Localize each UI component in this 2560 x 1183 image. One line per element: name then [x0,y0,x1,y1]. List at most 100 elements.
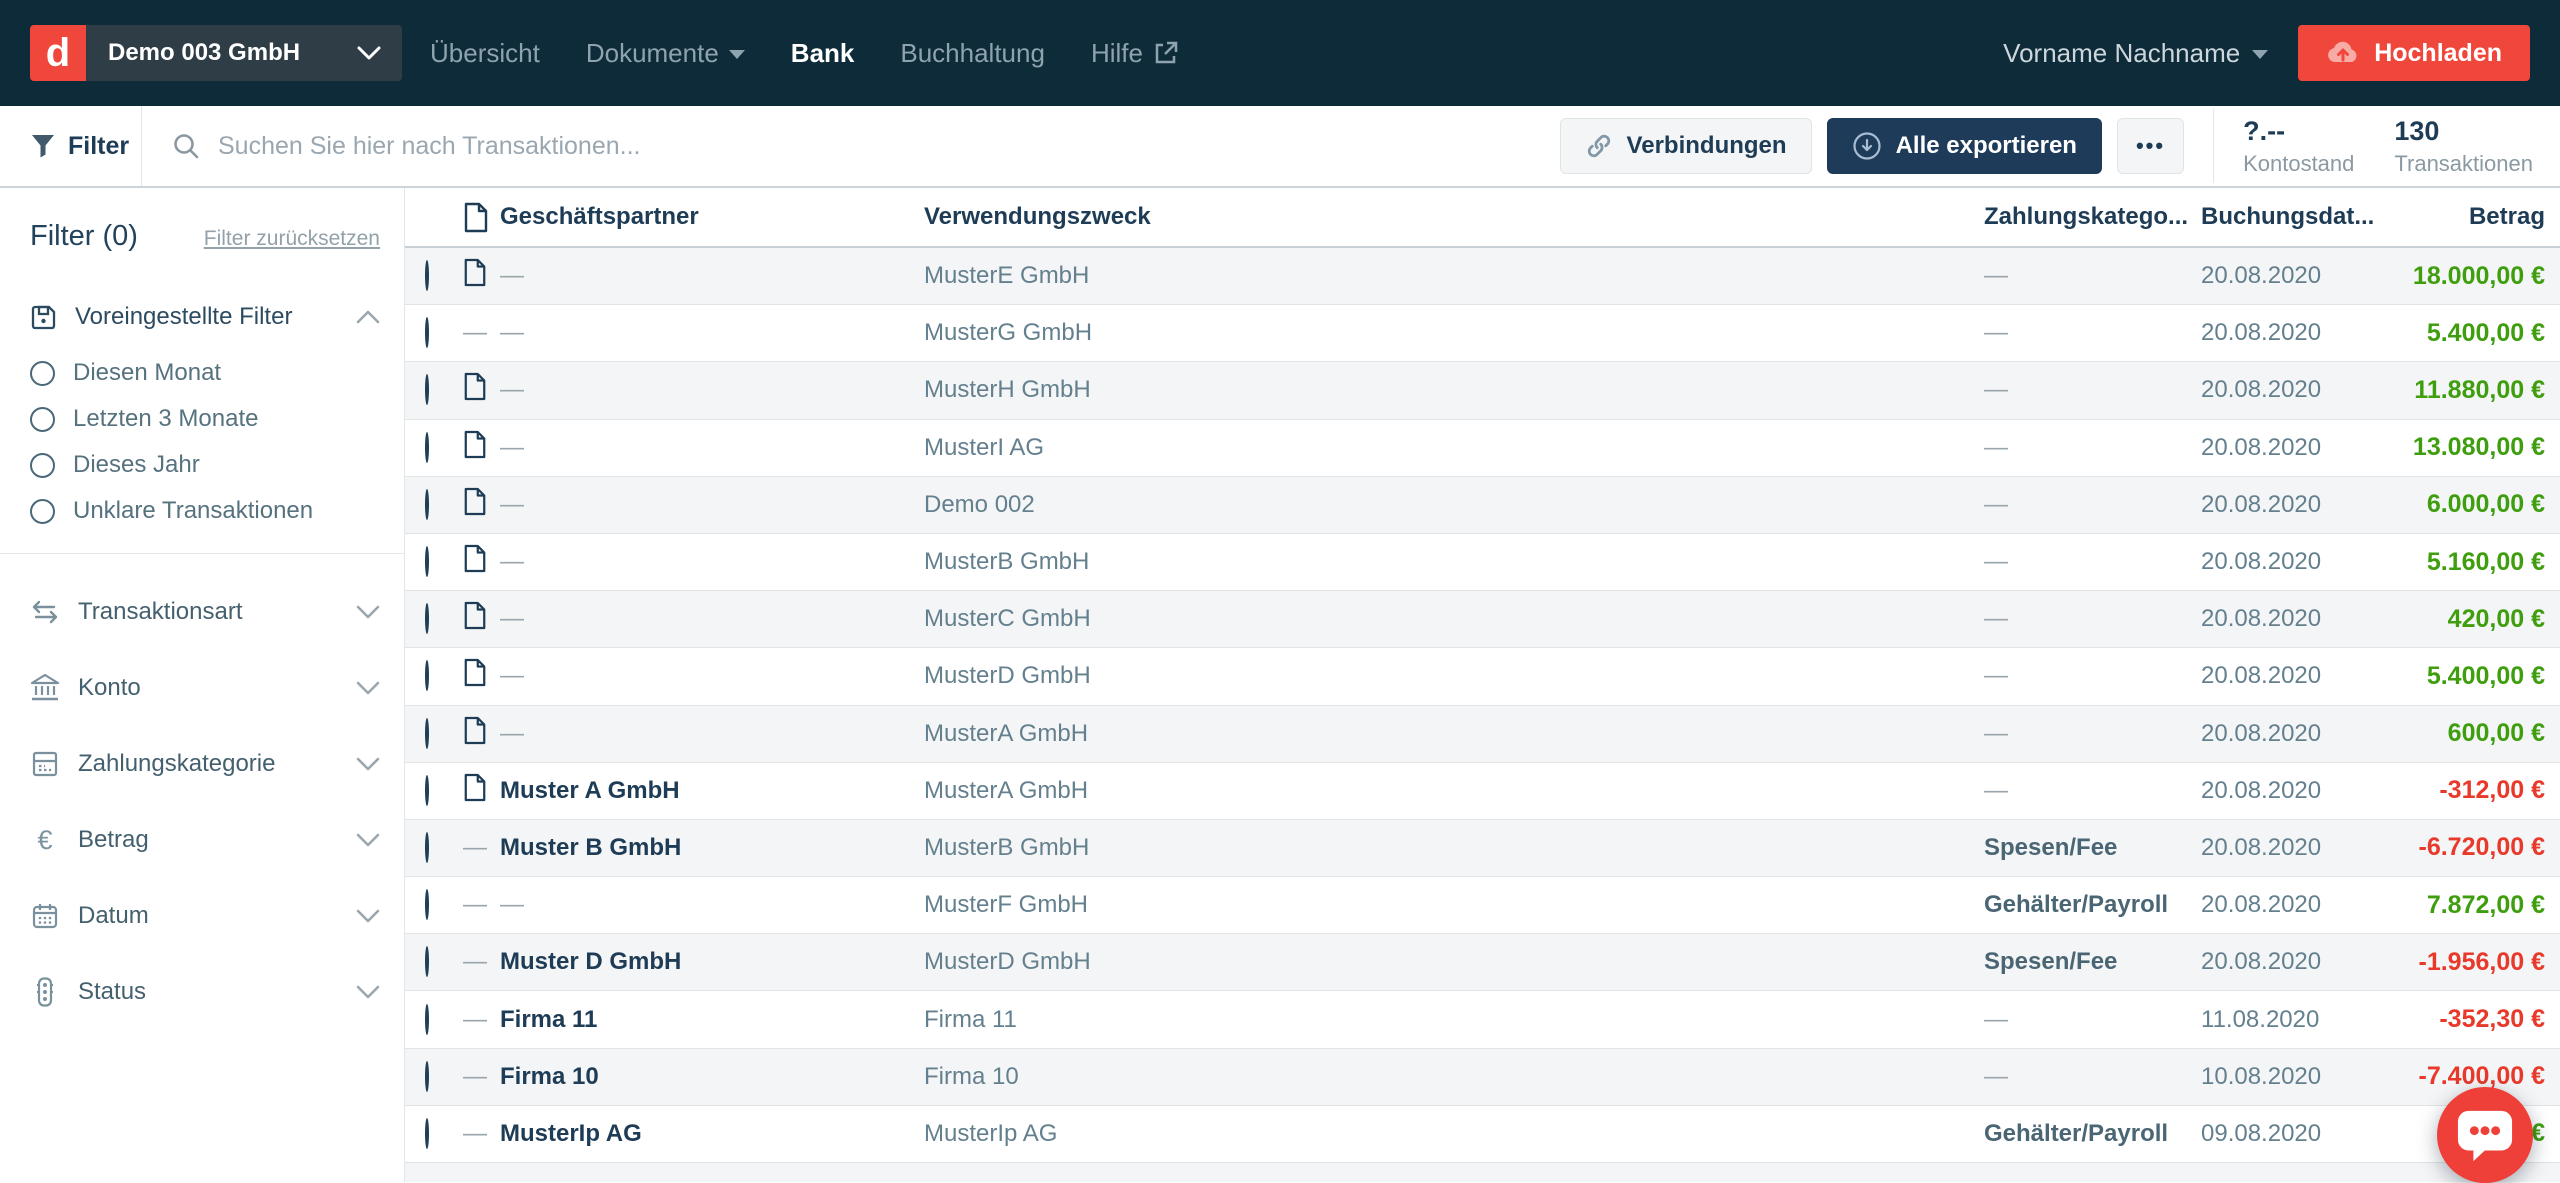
table-row[interactable]: — Firma 11 Firma 11 — 11.08.2020 -352,30… [405,991,2560,1048]
category-cell: — [1984,262,2201,290]
filter-section-transaktionsart[interactable]: Transaktionsart [30,594,380,630]
column-header-buchungsdatum[interactable]: Buchungsdat... [2201,203,2351,231]
table-row[interactable]: — Muster A GmbH MusterA GmbH — 20.08.202… [405,763,2560,820]
filter-toggle[interactable]: Filter [0,106,142,186]
table-row[interactable]: — — MusterG GmbH — 20.08.2020 5.400,00 € [405,305,2560,362]
company-selector[interactable]: d Demo 003 GmbH [30,25,402,81]
category-cell: Gehälter/Payroll [1984,1120,2201,1148]
user-menu[interactable]: Vorname Nachname [2003,38,2268,69]
purpose-cell: MusterE GmbH [924,262,1984,290]
category-cell: — [1984,434,2201,462]
column-header-betrag[interactable]: Betrag [2351,203,2545,231]
chat-widget-button[interactable] [2437,1087,2533,1183]
transaction-status-circle[interactable] [425,489,429,520]
transaction-status-circle[interactable] [425,775,429,806]
column-header-zahlungskategorie[interactable]: Zahlungskatego... [1984,203,2201,231]
connections-button[interactable]: Verbindungen [1560,118,1812,174]
no-document-dash: — [463,1063,487,1090]
transaction-status-circle[interactable] [425,1004,429,1035]
table-row[interactable]: — MusterIp AG MusterIp AG Gehälter/Payro… [405,1106,2560,1163]
transactions-table: Geschäftspartner Verwendungszweck Zahlun… [405,188,2560,1182]
table-row[interactable]: — — MusterF GmbH Gehälter/Payroll 20.08.… [405,877,2560,934]
table-row[interactable]: — — MusterB GmbH — 20.08.2020 5.160,00 € [405,534,2560,591]
table-row[interactable]: — — MusterA GmbH — 20.08.2020 600,00 € [405,706,2560,763]
amount-cell: 6.000,00 € [2351,490,2545,519]
transaction-status-circle[interactable] [425,660,429,691]
preset-option-letzten-3-monate[interactable]: Letzten 3 Monate [30,405,380,433]
transaction-status-circle[interactable] [425,432,429,463]
partner-cell: MusterIp AG [500,1120,924,1148]
radio-icon [30,499,55,524]
filter-section-status[interactable]: Status [30,974,380,1010]
filter-reset-link[interactable]: Filter zurücksetzen [204,227,380,251]
transaction-status-circle[interactable] [425,832,429,863]
filter-section-datum[interactable]: Datum [30,898,380,934]
preset-option-unklare-transaktionen[interactable]: Unklare Transaktionen [30,497,380,525]
partner-cell: Muster B GmbH [500,834,924,862]
transaction-status-circle[interactable] [425,946,429,977]
calendar-icon [30,902,60,930]
table-row[interactable]: — — MusterE GmbH — 20.08.2020 18.000,00 … [405,248,2560,305]
chevron-down-icon [356,605,380,619]
transaction-status-circle[interactable] [425,718,429,749]
chevron-down-icon [356,909,380,923]
filter-count-title: Filter (0) [30,220,138,253]
transaction-status-circle[interactable] [425,546,429,577]
transaction-status-circle[interactable] [425,374,429,405]
partner-cell: — [500,720,924,748]
search-input[interactable] [218,132,1560,161]
column-header-verwendungszweck[interactable]: Verwendungszweck [924,203,1984,231]
nav-item-buchhaltung[interactable]: Buchhaltung [900,38,1045,69]
column-header-geschaeftspartner[interactable]: Geschäftspartner [500,203,924,231]
company-name: Demo 003 GmbH [108,39,300,67]
table-row[interactable]: — — MusterD GmbH — 20.08.2020 5.400,00 € [405,648,2560,705]
filter-section-konto[interactable]: Konto [30,670,380,706]
preset-option-dieses-jahr[interactable]: Dieses Jahr [30,451,380,479]
preset-filters-section[interactable]: Voreingestellte Filter [30,303,380,331]
table-row[interactable]: — Firma 10 Firma 10 — 10.08.2020 -7.400,… [405,1049,2560,1106]
filter-section-zahlungskategorie[interactable]: Zahlungskategorie [30,746,380,782]
category-cell: Spesen/Fee [1984,834,2201,862]
no-document-dash: — [463,319,487,346]
nav-item-hilfe[interactable]: Hilfe [1091,38,1179,69]
export-all-button[interactable]: Alle exportieren [1827,118,2102,174]
table-row[interactable]: — — MusterI AG — 20.08.2020 13.080,00 € [405,420,2560,477]
partner-cell: Muster D GmbH [500,948,924,976]
preset-option-diesen-monat[interactable]: Diesen Monat [30,359,380,387]
booking-date-cell: 20.08.2020 [2201,891,2351,919]
more-actions-button[interactable]: ••• [2117,118,2184,174]
table-row[interactable]: — — MusterH GmbH — 20.08.2020 11.880,00 … [405,362,2560,419]
nav-item-dokumente[interactable]: Dokumente [586,38,745,69]
transaction-status-circle[interactable] [425,260,429,291]
nav-item-uebersicht[interactable]: Übersicht [430,38,540,69]
document-icon [463,258,487,287]
booking-date-cell: 20.08.2020 [2201,834,2351,862]
transaction-status-circle[interactable] [425,1118,429,1149]
document-icon [463,658,487,687]
amount-cell: 11.880,00 € [2351,376,2545,405]
purpose-cell: MusterD GmbH [924,948,1984,976]
booking-date-cell: 20.08.2020 [2201,319,2351,347]
partner-cell: — [500,548,924,576]
save-icon [30,304,57,331]
upload-button[interactable]: Hochladen [2298,25,2530,81]
amount-cell: 600,00 € [2351,719,2545,748]
no-document-dash: — [463,891,487,918]
table-row[interactable]: — — MusterC GmbH — 20.08.2020 420,00 € [405,591,2560,648]
table-row[interactable]: — Muster B GmbH MusterB GmbH Spesen/Fee … [405,820,2560,877]
booking-date-cell: 20.08.2020 [2201,491,2351,519]
transaction-count-stat: 130 Transaktionen [2394,116,2533,177]
count-label: Transaktionen [2394,151,2533,177]
transaction-status-circle[interactable] [425,1061,429,1092]
transaction-status-circle[interactable] [425,603,429,634]
table-header: Geschäftspartner Verwendungszweck Zahlun… [405,188,2560,248]
category-cell: — [1984,777,2201,805]
transaction-status-circle[interactable] [425,317,429,348]
table-row[interactable]: — Muster D GmbH MusterD GmbH Spesen/Fee … [405,934,2560,991]
transaction-status-circle[interactable] [425,889,429,920]
table-row[interactable]: — — Demo 002 — 20.08.2020 6.000,00 € [405,477,2560,534]
amount-cell: 5.160,00 € [2351,548,2545,577]
account-balance-stat: ?.-- Kontostand [2243,116,2354,177]
filter-section-betrag[interactable]: € Betrag [30,822,380,858]
nav-item-bank[interactable]: Bank [791,38,855,69]
